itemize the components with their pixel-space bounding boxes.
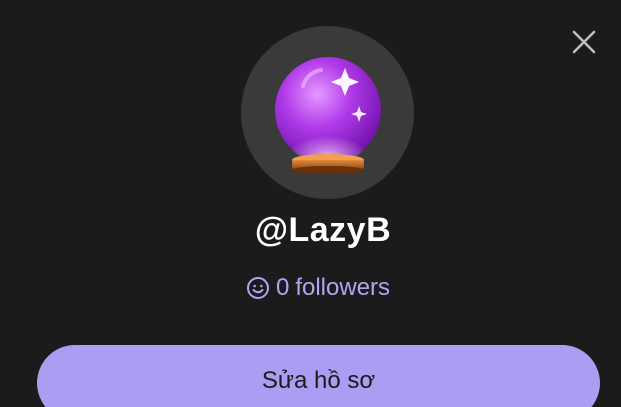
smile-icon [246, 276, 270, 300]
close-button[interactable] [566, 24, 602, 60]
profile-modal: @LazyB 0 followers Sửa hồ sơ [0, 0, 621, 407]
avatar [241, 26, 414, 199]
profile-username: @LazyB [254, 211, 392, 249]
followers-link[interactable]: 0 followers [0, 274, 621, 302]
edit-profile-button[interactable]: Sửa hồ sơ [37, 345, 600, 407]
followers-count: 0 [275, 274, 290, 301]
crystal-ball-icon [275, 57, 381, 174]
followers-label: followers [295, 274, 391, 301]
close-icon [572, 30, 596, 54]
